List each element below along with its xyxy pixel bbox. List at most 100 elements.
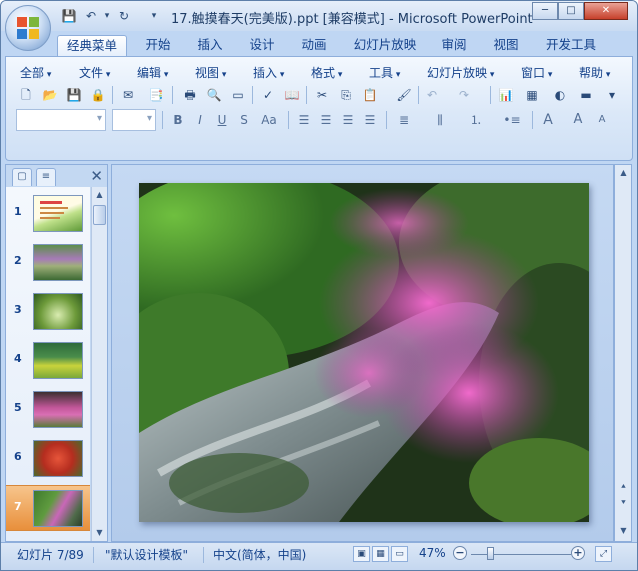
slide-thumbnail[interactable]: 4 [6, 338, 90, 384]
slide-thumbnail[interactable]: 6 [6, 436, 90, 482]
normal-view-icon[interactable]: ▭ [228, 85, 248, 105]
shadow-button[interactable]: S [234, 110, 254, 130]
menu-tools[interactable]: 工具 [369, 64, 400, 81]
paste-icon[interactable]: 📋 [360, 85, 380, 105]
grow-font-button[interactable]: A [538, 110, 558, 130]
line-spacing-icon[interactable]: ≣ [394, 110, 414, 130]
chart-icon[interactable]: 📊 [496, 85, 516, 105]
menu-insert[interactable]: 插入 [253, 64, 284, 81]
tab-home[interactable]: 开始 [137, 35, 179, 57]
thumbnail-scrollbar[interactable]: ▲ ▼ [91, 187, 107, 541]
tab-design[interactable]: 设计 [241, 35, 283, 57]
close-button[interactable]: ✕ [584, 2, 628, 20]
email-icon[interactable]: ✉ [118, 85, 138, 105]
bullets-icon[interactable]: •≡ [502, 110, 522, 130]
normal-view-button[interactable]: ▣ [353, 546, 370, 562]
slide-thumbnail[interactable]: 3 [6, 289, 90, 335]
next-slide-icon[interactable]: ⯆ [616, 495, 631, 510]
format-painter-icon[interactable]: 🖌 [394, 85, 414, 105]
undo-icon[interactable]: ↶ [83, 8, 99, 24]
customize-qat-icon[interactable]: ▾ [146, 8, 162, 24]
tab-insert[interactable]: 插入 [189, 35, 231, 57]
toolbar-options-icon[interactable]: ▾ [602, 85, 622, 105]
maximize-button[interactable]: □ [558, 2, 584, 20]
zoom-slider-thumb[interactable] [487, 547, 494, 560]
permission-icon[interactable]: 🔒 [88, 85, 108, 105]
publish-icon[interactable]: 📑 [146, 85, 166, 105]
table-icon[interactable]: ▦ [522, 85, 542, 105]
slide-show-button[interactable]: ▭ [391, 546, 408, 562]
justify-icon[interactable]: ☰ [360, 110, 380, 130]
scroll-down-icon[interactable]: ▼ [616, 523, 631, 538]
menu-all[interactable]: 全部 [20, 64, 51, 81]
fit-to-window-icon[interactable]: ⤢ [595, 546, 612, 562]
undo-dropdown-icon[interactable]: ▾ [99, 8, 115, 24]
tab-slide-show[interactable]: 幻灯片放映 [349, 35, 421, 57]
save-icon[interactable]: 💾 [61, 8, 77, 24]
menu-window[interactable]: 窗口 [521, 64, 552, 81]
tab-review[interactable]: 审阅 [433, 35, 475, 57]
pane-close-icon[interactable]: ✕ [90, 167, 103, 185]
redo-icon[interactable]: ↻ [116, 8, 132, 24]
font-name-combo[interactable] [16, 109, 106, 131]
menu-format[interactable]: 格式 [311, 64, 342, 81]
current-slide[interactable] [139, 183, 589, 522]
scrollbar-thumb[interactable] [93, 205, 106, 225]
outline-tab[interactable]: ≡ [36, 168, 56, 186]
change-case-button[interactable]: Aa [256, 110, 282, 130]
slide-number: 7 [14, 500, 22, 513]
numbering-icon[interactable]: ⒈ [466, 110, 486, 130]
slide-thumbnail[interactable]: 2 [6, 240, 90, 286]
menu-edit[interactable]: 编辑 [137, 64, 168, 81]
scroll-down-icon[interactable]: ▼ [92, 525, 107, 540]
menu-slide-show[interactable]: 幻灯片放映 [427, 64, 494, 81]
align-right-icon[interactable]: ☰ [338, 110, 358, 130]
color-icon[interactable]: ◐ [550, 85, 570, 105]
tab-developer[interactable]: 开发工具 [539, 35, 603, 57]
menu-help[interactable]: 帮助 [579, 64, 610, 81]
zoom-level[interactable]: 47% [419, 546, 446, 560]
redo-icon[interactable]: ↷ [454, 85, 474, 105]
undo-icon[interactable]: ↶ [422, 85, 442, 105]
grow-font-size-button[interactable]: A [568, 110, 588, 130]
align-center-icon[interactable]: ☰ [316, 110, 336, 130]
print-preview-icon[interactable]: 🔍 [204, 85, 224, 105]
scroll-up-icon[interactable]: ▲ [616, 165, 631, 180]
show-hide-icon[interactable]: ▬ [576, 85, 596, 105]
tab-animation[interactable]: 动画 [293, 35, 335, 57]
research-icon[interactable]: 📖 [282, 85, 302, 105]
open-icon[interactable]: 📂 [40, 85, 60, 105]
menu-view[interactable]: 视图 [195, 64, 226, 81]
bold-button[interactable]: B [168, 110, 188, 130]
previous-slide-icon[interactable]: ⯅ [616, 479, 631, 494]
zoom-out-button[interactable]: − [453, 546, 467, 560]
tab-view[interactable]: 视图 [485, 35, 527, 57]
cut-icon[interactable]: ✂ [312, 85, 332, 105]
slides-tab[interactable]: ▢ [12, 168, 32, 186]
minimize-button[interactable]: ─ [532, 2, 558, 20]
slide-thumbnail-selected[interactable]: 7 [6, 485, 90, 531]
slide-sorter-button[interactable]: ▦ [372, 546, 389, 562]
zoom-in-button[interactable]: + [571, 546, 585, 560]
italic-button[interactable]: I [190, 110, 210, 130]
zoom-slider[interactable] [471, 554, 571, 555]
spell-icon[interactable]: ✓ [258, 85, 278, 105]
menu-file[interactable]: 文件 [79, 64, 110, 81]
tab-classic-menu[interactable]: 经典菜单 [57, 35, 127, 57]
print-icon[interactable]: 🖶 [180, 85, 200, 105]
scroll-up-icon[interactable]: ▲ [92, 187, 107, 202]
language-indicator[interactable]: 中文(简体，中国) [213, 546, 306, 563]
align-left-icon[interactable]: ☰ [294, 110, 314, 130]
vertical-scrollbar[interactable]: ▲ ⯅ ⯆ ▼ [614, 164, 632, 542]
office-button[interactable] [5, 5, 51, 51]
slide-thumbnail[interactable]: 5 [6, 387, 90, 433]
shrink-font-button[interactable]: A [592, 110, 612, 130]
window-title: 17.触摸春天(完美版).ppt [兼容模式] - Microsoft Powe… [171, 12, 533, 27]
save-icon[interactable]: 💾 [64, 85, 84, 105]
new-icon[interactable]: 🗋 [16, 85, 36, 105]
underline-button[interactable]: U [212, 110, 232, 130]
copy-icon[interactable]: ⎘ [336, 85, 356, 105]
slide-thumbnail[interactable]: 1 [6, 191, 90, 237]
font-size-combo[interactable] [112, 109, 156, 131]
columns-icon[interactable]: ⫼ [430, 110, 450, 130]
